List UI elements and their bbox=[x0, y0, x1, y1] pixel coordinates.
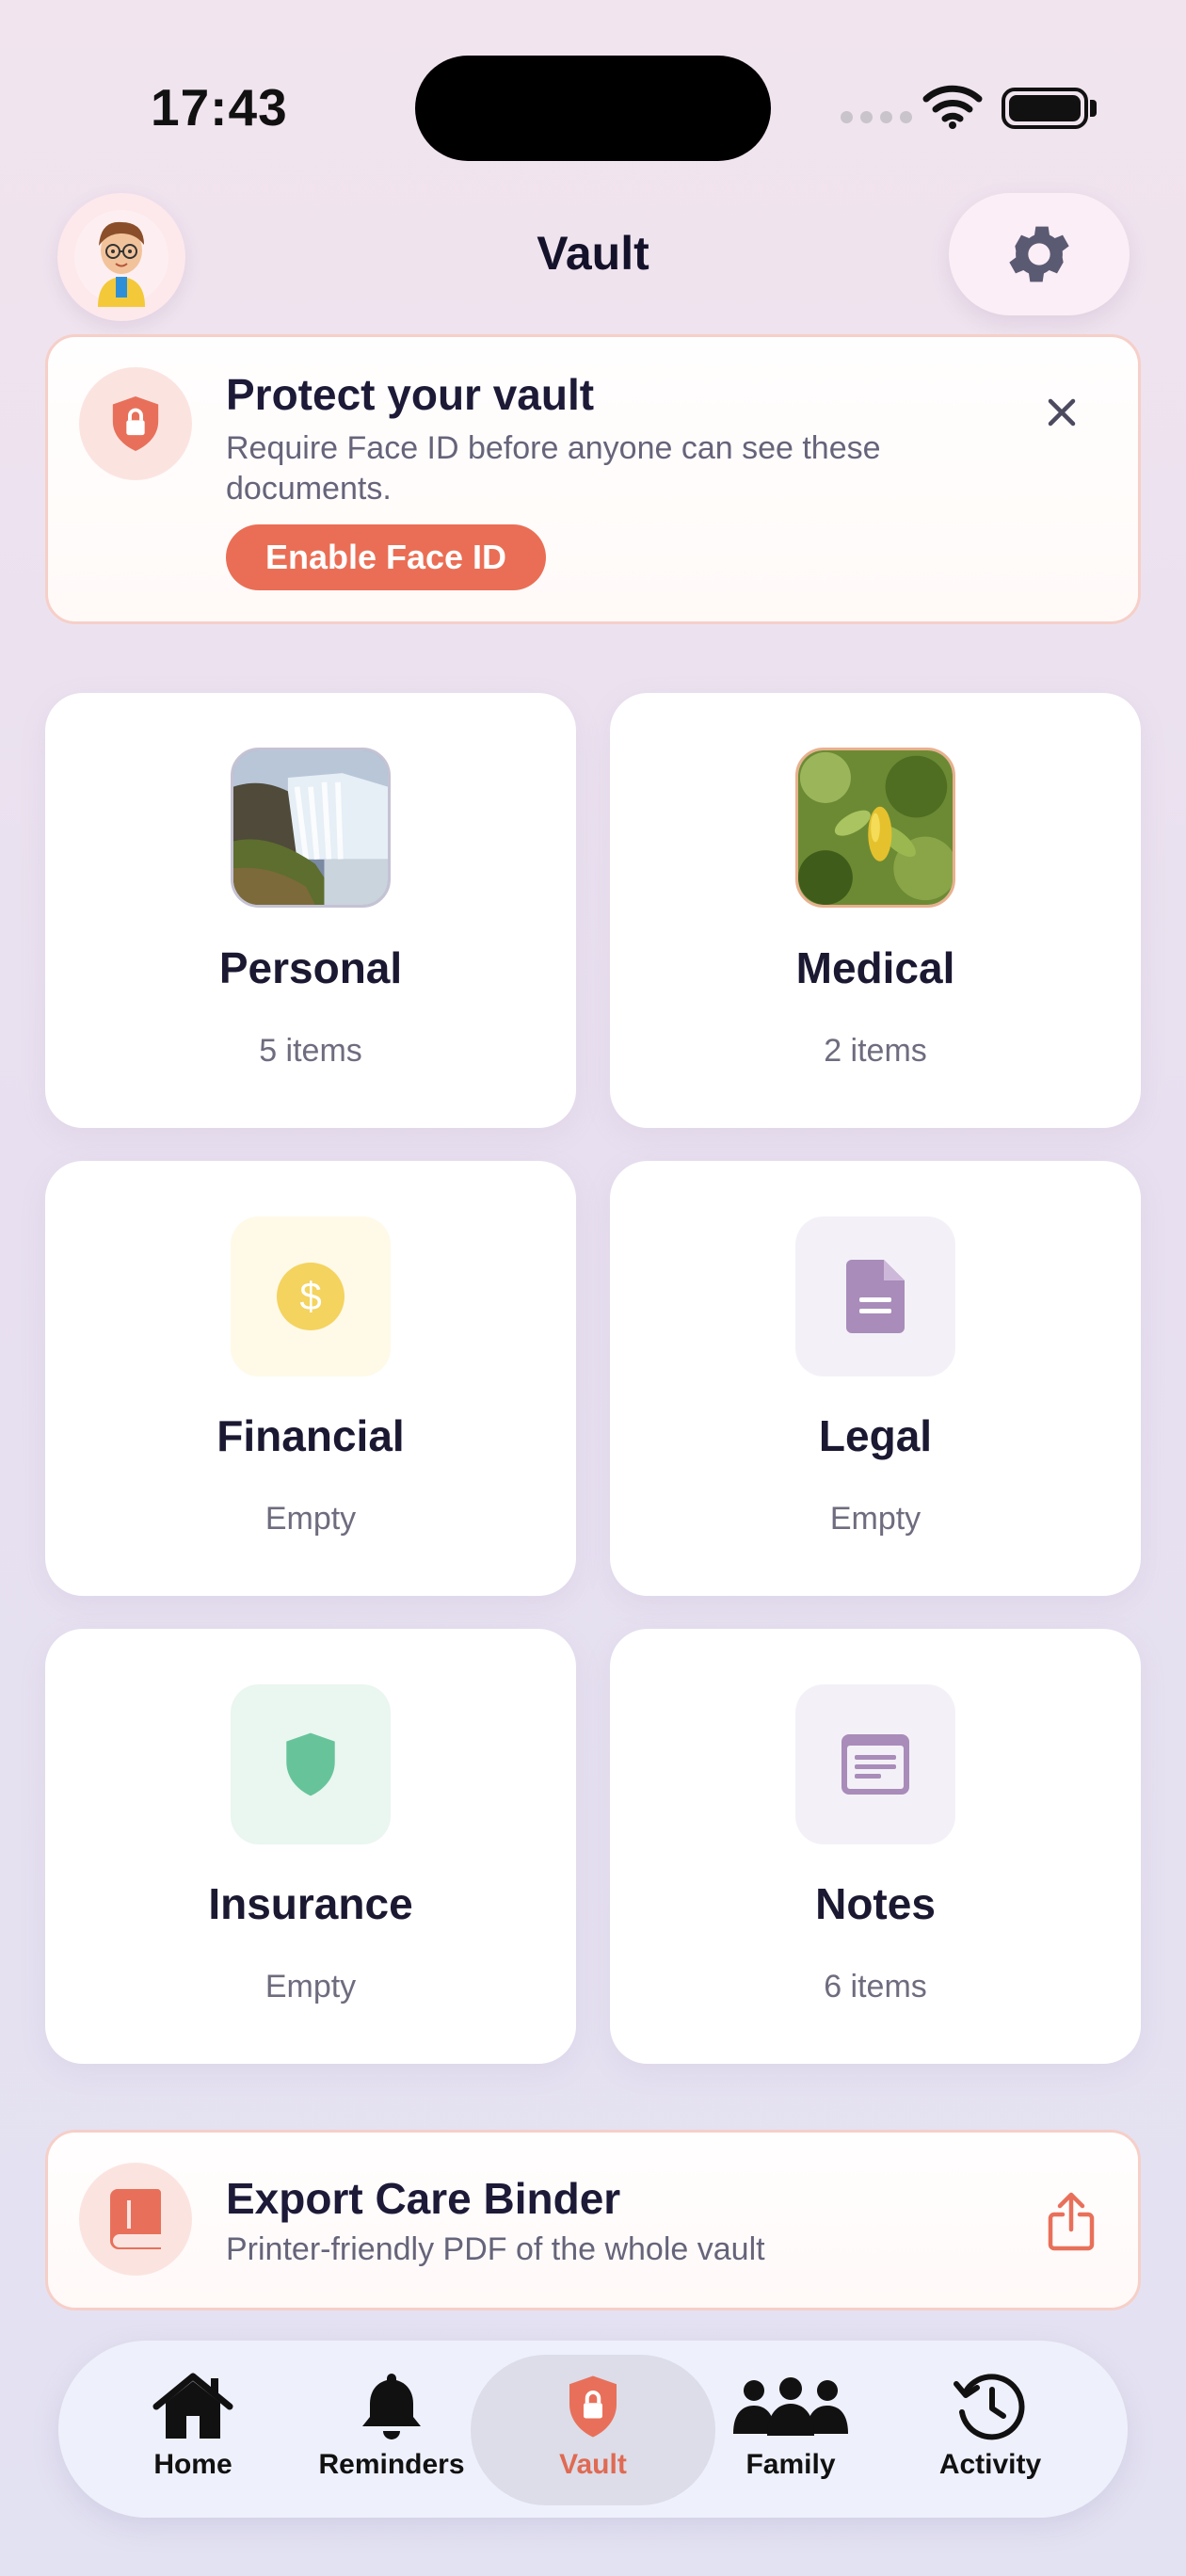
status-time: 17:43 bbox=[151, 78, 288, 137]
share-icon[interactable] bbox=[1047, 2192, 1096, 2257]
category-count: 5 items bbox=[259, 1033, 362, 1069]
tab-label: Activity bbox=[938, 2449, 1042, 2480]
tab-reminders[interactable]: Reminders bbox=[292, 2368, 491, 2481]
category-count: Empty bbox=[264, 1969, 357, 2004]
category-title: Medical bbox=[795, 943, 955, 992]
tab-family[interactable]: Family bbox=[691, 2368, 890, 2481]
tab-activity[interactable]: Activity bbox=[890, 2368, 1090, 2481]
category-count: Empty bbox=[829, 1501, 922, 1537]
category-title: Insurance bbox=[208, 1879, 413, 1928]
category-count: 6 items bbox=[824, 1969, 927, 2004]
category-title: Legal bbox=[818, 1411, 933, 1460]
shield-icon bbox=[286, 1732, 335, 1796]
enable-face-id-button[interactable]: Enable Face ID bbox=[226, 524, 546, 590]
wifi-icon bbox=[922, 83, 983, 135]
house-icon bbox=[152, 2373, 233, 2439]
note-icon bbox=[841, 1734, 909, 1795]
tab-home[interactable]: Home bbox=[93, 2368, 293, 2481]
tab-label: Home bbox=[153, 2449, 232, 2480]
cellular-signal-icon bbox=[841, 111, 912, 123]
notes-icon-tile bbox=[795, 1684, 955, 1844]
category-title: Personal bbox=[218, 943, 403, 992]
close-icon[interactable] bbox=[1041, 392, 1082, 433]
history-icon bbox=[954, 2374, 1025, 2440]
waterfall-photo bbox=[231, 748, 391, 908]
banner-lock-badge bbox=[79, 367, 192, 480]
tab-label: Family bbox=[745, 2449, 836, 2480]
dollar-icon: $ bbox=[277, 1263, 345, 1330]
dynamic-island bbox=[415, 56, 771, 161]
export-subtitle: Printer-friendly PDF of the whole vault bbox=[226, 2231, 765, 2267]
category-count: 2 items bbox=[824, 1033, 927, 1069]
category-title: Financial bbox=[216, 1411, 405, 1460]
bell-icon bbox=[362, 2374, 421, 2439]
leaves-photo bbox=[795, 748, 955, 908]
insurance-icon-tile bbox=[231, 1684, 391, 1844]
export-title: Export Care Binder bbox=[226, 2174, 621, 2223]
settings-button[interactable] bbox=[949, 193, 1130, 315]
book-icon bbox=[110, 2189, 161, 2249]
tab-label: Vault bbox=[559, 2449, 627, 2480]
lock-shield-icon bbox=[569, 2375, 617, 2438]
financial-icon-tile: $ bbox=[231, 1216, 391, 1377]
export-book-badge bbox=[79, 2163, 192, 2276]
banner-title: Protect your vault bbox=[226, 370, 595, 419]
battery-icon bbox=[1002, 88, 1088, 129]
category-count: Empty bbox=[264, 1501, 357, 1537]
tab-label: Reminders bbox=[318, 2449, 465, 2480]
battery-tip bbox=[1090, 100, 1097, 117]
gear-icon bbox=[1009, 226, 1069, 282]
svg-text:$: $ bbox=[299, 1274, 321, 1318]
category-title: Notes bbox=[815, 1879, 936, 1928]
document-icon bbox=[846, 1260, 905, 1333]
banner-subtitle: Require Face ID before anyone can see th… bbox=[226, 430, 881, 507]
lock-shield-icon bbox=[112, 396, 159, 451]
tab-vault[interactable]: Vault bbox=[493, 2368, 693, 2481]
people-icon bbox=[733, 2377, 848, 2436]
legal-icon-tile bbox=[795, 1216, 955, 1377]
